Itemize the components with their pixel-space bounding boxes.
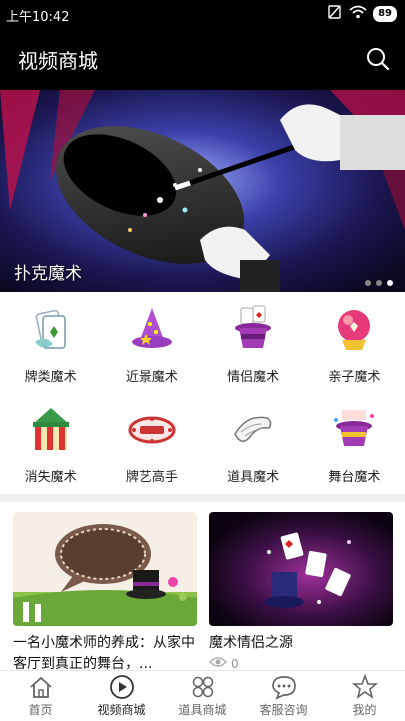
video-title: 一名小魔术师的养成：从家中客厅到真正的舞台，... <box>13 635 195 670</box>
tab-label: 客服咨询 <box>259 703 308 717</box>
category-family-magic[interactable]: 亲子魔术 <box>304 292 405 392</box>
video-card[interactable]: 一名小魔术师的养成：从家中客厅到真正的舞台，... <box>13 512 197 670</box>
video-thumbnail <box>13 512 197 626</box>
eye-icon <box>209 656 227 670</box>
page-title: 视频商城 <box>18 49 98 73</box>
tab-label: 首页 <box>28 703 53 717</box>
video-thumbnail <box>209 512 393 626</box>
section-divider <box>0 494 405 502</box>
video-list: 一名小魔术师的养成：从家中客厅到真正的舞台，... 魔术情侣之源 0 <box>0 502 405 670</box>
card-magic-icon <box>25 304 77 356</box>
battery-indicator: 89 <box>373 6 397 22</box>
play-icon <box>109 675 134 699</box>
category-label: 亲子魔术 <box>328 370 381 385</box>
category-couple-magic[interactable]: 情侣魔术 <box>203 292 304 392</box>
category-stage-magic[interactable]: 舞台魔术 <box>304 392 405 492</box>
video-title: 魔术情侣之源 <box>209 635 293 651</box>
carousel-dot <box>365 280 371 286</box>
app-header: 视频商城 <box>0 28 405 90</box>
status-time: 上午10:42 <box>6 10 70 25</box>
tab-video-mall[interactable]: 视频商城 <box>81 671 162 721</box>
category-label: 牌类魔术 <box>24 370 77 385</box>
star-icon <box>351 674 378 699</box>
category-closeup-magic[interactable]: 近景魔术 <box>101 292 202 392</box>
sim-icon <box>327 5 343 23</box>
wizard-hat-icon <box>126 304 178 356</box>
view-count: 0 <box>209 656 393 670</box>
category-card-master[interactable]: 牌艺高手 <box>101 392 202 492</box>
banner-caption: 扑克魔术 <box>14 264 82 284</box>
video-card[interactable]: 魔术情侣之源 0 <box>209 512 393 670</box>
search-icon[interactable] <box>365 46 391 72</box>
tab-customer-service[interactable]: 客服咨询 <box>243 671 324 721</box>
category-label: 情侣魔术 <box>227 370 280 385</box>
crystal-ball-icon <box>328 304 380 356</box>
tab-prop-mall[interactable]: 道具商城 <box>162 671 243 721</box>
carousel-dot-active <box>387 280 393 286</box>
category-grid: 牌类魔术 近景魔术 情侣魔术 亲子魔术 消失魔术 牌艺高手 道具魔术 舞台魔术 <box>0 292 405 492</box>
tab-mine[interactable]: 我的 <box>324 671 405 721</box>
category-label: 舞台魔术 <box>328 470 381 485</box>
category-label: 消失魔术 <box>24 470 77 485</box>
status-bar: 上午10:42 89 <box>0 0 405 28</box>
category-card-magic[interactable]: 牌类魔术 <box>0 292 101 392</box>
carousel-indicator <box>365 280 393 286</box>
magic-sign-icon <box>126 404 178 456</box>
tab-label: 我的 <box>352 703 377 717</box>
top-hat-cards-icon <box>227 304 279 356</box>
circus-tent-icon <box>25 404 77 456</box>
view-count-value: 0 <box>231 656 239 671</box>
bottom-tab-bar: 首页 视频商城 道具商城 客服咨询 我的 <box>0 670 405 721</box>
category-label: 道具魔术 <box>227 470 280 485</box>
tab-home[interactable]: 首页 <box>0 671 81 721</box>
category-label: 近景魔术 <box>125 370 178 385</box>
category-prop-magic[interactable]: 道具魔术 <box>203 392 304 492</box>
category-label: 牌艺高手 <box>125 470 178 485</box>
tab-label: 视频商城 <box>97 703 146 717</box>
scroll-icon <box>227 404 279 456</box>
tab-label: 道具商城 <box>178 703 227 717</box>
stage-hat-icon <box>328 404 380 456</box>
chat-icon <box>271 676 296 700</box>
grid-icon <box>192 676 213 698</box>
carousel-dot <box>376 280 382 286</box>
category-vanish-magic[interactable]: 消失魔术 <box>0 392 101 492</box>
home-icon <box>29 676 52 698</box>
banner-carousel[interactable]: 扑克魔术 <box>0 90 405 292</box>
wifi-icon <box>349 5 367 23</box>
